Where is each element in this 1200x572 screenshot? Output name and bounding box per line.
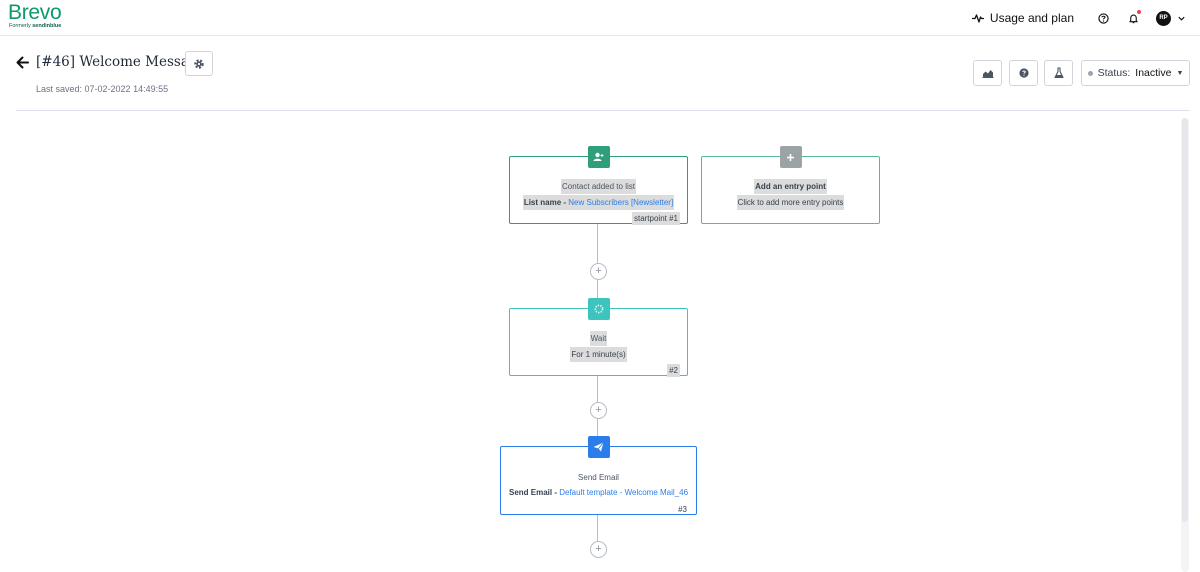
- top-navigation-bar: Brevo Formerly sendinblue Usage and plan…: [0, 0, 1200, 36]
- add-step-button[interactable]: +: [590, 263, 607, 280]
- question-circle-icon: [1018, 68, 1029, 78]
- canvas-scrollbar[interactable]: [1181, 118, 1189, 572]
- notification-dot: [1137, 10, 1141, 14]
- list-name-link[interactable]: New Subscribers [Newsletter]: [568, 198, 673, 207]
- add-entry-detail: Click to add more entry points: [736, 195, 845, 210]
- status-indicator-dot: [1087, 70, 1093, 76]
- usage-and-plan-button[interactable]: Usage and plan: [971, 11, 1074, 25]
- email-template-link[interactable]: Default template - Welcome Mail_46: [559, 488, 688, 497]
- entry-point-node[interactable]: Contact added to list List name - New Su…: [509, 146, 688, 225]
- wait-node-title: Wait: [589, 331, 608, 346]
- notifications-button[interactable]: [1126, 10, 1141, 25]
- step-number-tag: #2: [667, 364, 680, 377]
- scrollbar-thumb[interactable]: [1182, 118, 1188, 522]
- question-circle-icon: [1097, 12, 1109, 24]
- help-info-button[interactable]: [1009, 60, 1038, 86]
- connector-line: [597, 515, 598, 541]
- add-entry-title: Add an entry point: [754, 179, 827, 194]
- area-chart-icon: [982, 70, 993, 78]
- add-contact-icon: [587, 146, 610, 168]
- help-button[interactable]: [1096, 11, 1110, 25]
- step-number-tag: #3: [678, 505, 687, 514]
- add-entry-point-node[interactable]: Add an entry point Click to add more ent…: [701, 146, 880, 224]
- chevron-down-icon[interactable]: [1177, 14, 1186, 23]
- connector-line: [597, 419, 598, 436]
- connector-line: [597, 224, 598, 264]
- add-step-button[interactable]: +: [590, 402, 607, 419]
- wait-node[interactable]: Wait For 1 minute(s) #2: [509, 298, 688, 377]
- wait-node-detail: For 1 minute(s): [570, 347, 627, 362]
- entry-node-title: Contact added to list: [561, 179, 636, 194]
- statistics-button[interactable]: [973, 60, 1002, 86]
- brand-name: Brevo: [8, 1, 62, 24]
- brand-formerly: Formerly sendinblue: [9, 23, 62, 29]
- status-label: Status:: [1097, 67, 1131, 79]
- activity-icon: [971, 14, 984, 23]
- status-dropdown[interactable]: Status: Inactive ▼: [1081, 60, 1190, 86]
- connector-line: [597, 376, 598, 403]
- spinner-icon: [587, 298, 610, 320]
- last-saved-text: Last saved: 07-02-2022 14:49:55: [36, 84, 169, 94]
- brevo-logo[interactable]: Brevo Formerly sendinblue: [8, 1, 62, 30]
- settings-button[interactable]: [185, 51, 213, 76]
- header-divider: [16, 110, 1190, 111]
- connector-line: [597, 280, 598, 298]
- gear-icon: [194, 58, 204, 69]
- entry-node-detail-label: List name -: [523, 198, 569, 207]
- usage-and-plan-label: Usage and plan: [989, 11, 1074, 25]
- send-email-detail-label: Send Email -: [508, 488, 560, 497]
- arrow-left-icon[interactable]: [16, 56, 29, 69]
- plus-icon: [779, 146, 802, 168]
- bell-icon: [1128, 14, 1138, 23]
- flask-icon: [1053, 67, 1064, 79]
- add-step-button[interactable]: +: [590, 541, 607, 558]
- top-right-controls: Usage and plan RP: [971, 8, 1186, 28]
- status-value: Inactive: [1135, 67, 1172, 79]
- test-workflow-button[interactable]: [1044, 60, 1073, 86]
- send-email-node[interactable]: Send Email Send Email - Default template…: [500, 436, 697, 515]
- send-email-node-title: Send Email: [578, 473, 619, 482]
- caret-down-icon: ▼: [1176, 69, 1184, 77]
- startpoint-tag: startpoint #1: [631, 212, 680, 225]
- page-title: [#46] Welcome Message: [36, 54, 206, 70]
- paper-plane-icon: [587, 436, 610, 458]
- avatar[interactable]: RP: [1156, 10, 1171, 26]
